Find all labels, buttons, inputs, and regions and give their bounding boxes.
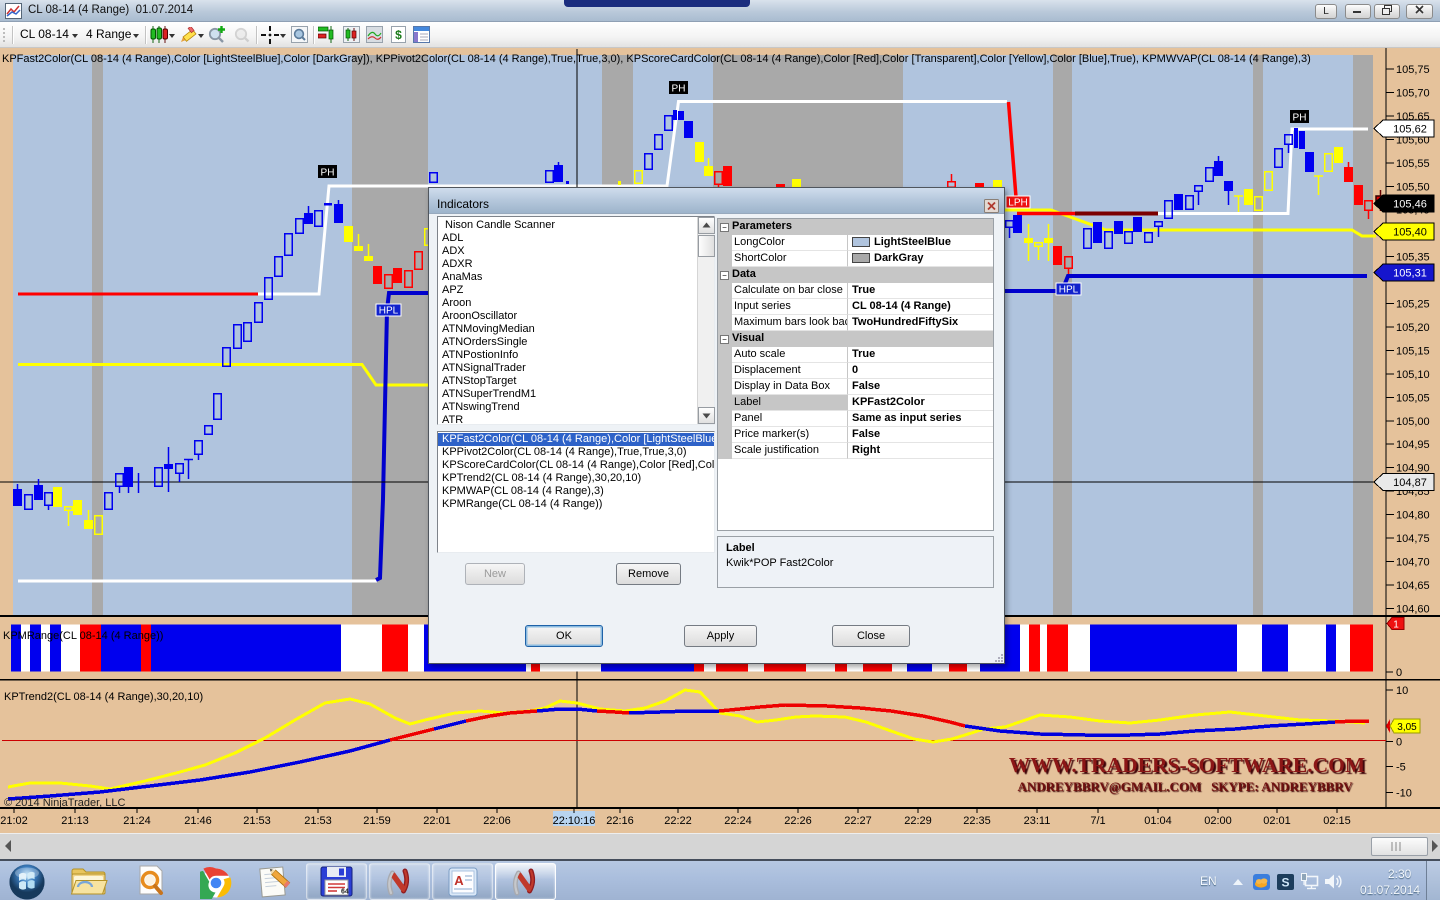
svg-text:-5: -5 — [1396, 762, 1406, 774]
svg-text:10: 10 — [1396, 685, 1408, 697]
svg-text:-10: -10 — [1396, 788, 1412, 800]
svg-text:02:00: 02:00 — [1204, 815, 1232, 827]
svg-text:22:01: 22:01 — [423, 815, 451, 827]
svg-text:21:53: 21:53 — [243, 815, 271, 827]
svg-text:22:35: 22:35 — [963, 815, 991, 827]
svg-text:104,87: 104,87 — [1393, 477, 1427, 489]
svg-text:02:01: 02:01 — [1263, 815, 1291, 827]
svg-text:KPTrend2(CL 08-14 (4 Range),30: KPTrend2(CL 08-14 (4 Range),30,20,10) — [4, 691, 203, 703]
svg-text:105,62: 105,62 — [1393, 124, 1427, 136]
svg-text:PH: PH — [672, 84, 686, 95]
svg-text:21:46: 21:46 — [184, 815, 212, 827]
svg-text:PH: PH — [321, 168, 335, 179]
svg-text:$: $ — [395, 28, 402, 42]
svg-text:105,05: 105,05 — [1396, 392, 1430, 404]
svg-text:S: S — [1281, 876, 1289, 890]
svg-text:21:59: 21:59 — [363, 815, 391, 827]
svg-text:104,90: 104,90 — [1396, 463, 1430, 475]
svg-text:22:27: 22:27 — [844, 815, 872, 827]
svg-text:22:06: 22:06 — [483, 815, 511, 827]
svg-text:21:02: 21:02 — [0, 815, 28, 827]
svg-text:22:10:16: 22:10:16 — [553, 815, 596, 827]
svg-text:105,15: 105,15 — [1396, 345, 1430, 357]
svg-text:22:29: 22:29 — [904, 815, 932, 827]
svg-text:23:11: 23:11 — [1024, 815, 1051, 827]
svg-text:3,05: 3,05 — [1397, 722, 1417, 733]
svg-text:22:16: 22:16 — [606, 815, 634, 827]
svg-text:105,46: 105,46 — [1393, 199, 1427, 211]
svg-text:105,55: 105,55 — [1396, 158, 1430, 170]
svg-text:104,65: 104,65 — [1396, 580, 1430, 592]
svg-text:105,10: 105,10 — [1396, 369, 1430, 381]
svg-text:22:24: 22:24 — [724, 815, 752, 827]
svg-text:A: A — [454, 873, 464, 888]
svg-text:KPMRange(CL 08-14 (4 Range)): KPMRange(CL 08-14 (4 Range)) — [3, 630, 163, 642]
svg-text:105,70: 105,70 — [1396, 87, 1430, 99]
svg-text:HPL: HPL — [379, 306, 399, 317]
svg-text:7/1: 7/1 — [1090, 815, 1105, 827]
svg-text:LPH: LPH — [1008, 198, 1027, 209]
svg-text:104,80: 104,80 — [1396, 510, 1430, 522]
svg-text:02:15: 02:15 — [1323, 815, 1351, 827]
svg-text:104,60: 104,60 — [1396, 603, 1430, 615]
svg-text:22:26: 22:26 — [784, 815, 812, 827]
svg-text:ANDREYBBRV@GMAIL.COM SKYPE:: ANDREYBBRV@GMAIL.COM SKYPE: ANDREYBBRV — [1017, 779, 1353, 794]
svg-text:105,50: 105,50 — [1396, 181, 1430, 193]
svg-text:105,31: 105,31 — [1393, 268, 1427, 280]
svg-text:64: 64 — [341, 889, 349, 896]
svg-text:21:13: 21:13 — [61, 815, 89, 827]
svg-text:21:24: 21:24 — [123, 815, 151, 827]
svg-text:105,35: 105,35 — [1396, 252, 1430, 264]
svg-text:1: 1 — [1393, 620, 1399, 631]
svg-text:22:22: 22:22 — [664, 815, 692, 827]
svg-text:105,75: 105,75 — [1396, 64, 1430, 76]
svg-text:0: 0 — [1396, 667, 1402, 679]
svg-text:104,75: 104,75 — [1396, 533, 1430, 545]
svg-text:104,70: 104,70 — [1396, 556, 1430, 568]
svg-text:104,95: 104,95 — [1396, 439, 1430, 451]
svg-text:21:53: 21:53 — [304, 815, 332, 827]
svg-text:KPFast2Color(CL 08-14 (4 Range: KPFast2Color(CL 08-14 (4 Range),Color [L… — [2, 53, 1311, 65]
svg-text:105,20: 105,20 — [1396, 322, 1430, 334]
svg-text:105,40: 105,40 — [1393, 227, 1427, 239]
svg-text:PH: PH — [1293, 113, 1307, 124]
svg-text:105,00: 105,00 — [1396, 416, 1430, 428]
svg-text:01:04: 01:04 — [1144, 815, 1172, 827]
svg-text:HPL: HPL — [1059, 285, 1079, 296]
svg-text:WWW.TRADERS-SOFTWARE.COM: WWW.TRADERS-SOFTWARE.COM — [1009, 753, 1365, 777]
svg-text:0: 0 — [1396, 737, 1402, 749]
svg-text:105,25: 105,25 — [1396, 299, 1430, 311]
